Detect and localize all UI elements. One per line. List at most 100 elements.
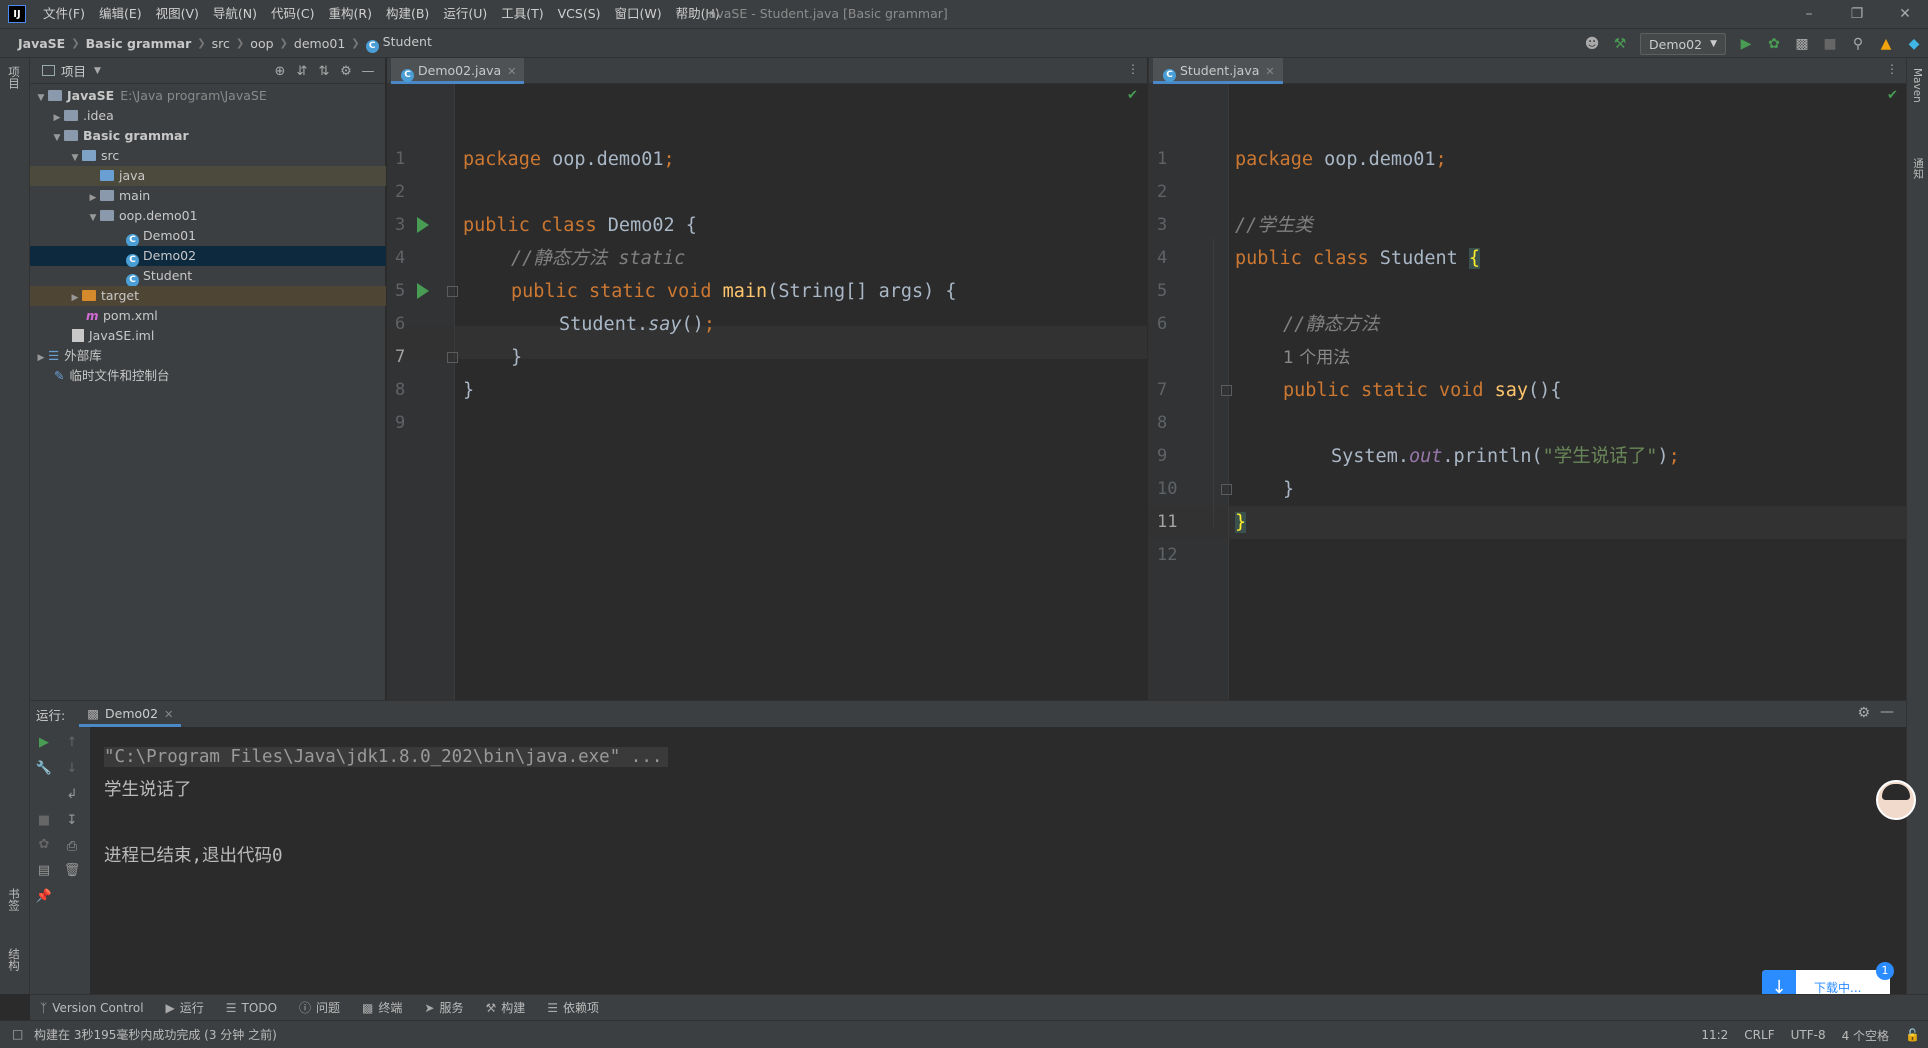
fold-marker-icon[interactable] <box>1221 385 1232 396</box>
tool-tab-run[interactable]: ▶ 运行 <box>166 999 204 1016</box>
menu-edit[interactable]: 编辑(E) <box>92 0 149 28</box>
scroll-to-end-icon[interactable]: ↧ <box>60 813 84 828</box>
more-icon[interactable]: ⋮ <box>1127 62 1139 76</box>
menu-build[interactable]: 构建(B) <box>379 0 436 28</box>
bookmarks-tool-button[interactable]: 书签 <box>6 888 22 911</box>
tree-item-src[interactable]: ▼ src <box>30 146 386 166</box>
editor-student[interactable]: C Student.java ✕ ⋮ ✔ 1 2 3 4 5 6 7 8 9 10 … <box>1148 58 1907 700</box>
tree-item-demo01[interactable]: C Demo01 <box>30 226 386 247</box>
more-icon[interactable]: ⋮ <box>1886 62 1898 76</box>
chevron-down-icon[interactable]: ▼ <box>94 66 101 76</box>
plugin-icon[interactable]: ◆ <box>1902 32 1926 56</box>
debug-icon[interactable]: ✿ <box>1762 32 1786 56</box>
tree-item-scratches[interactable]: ✎ 临时文件和控制台 <box>30 366 386 386</box>
close-tab-icon[interactable]: ✕ <box>164 708 173 721</box>
run-config-select[interactable]: Demo02 ▼ <box>1640 33 1726 55</box>
close-tab-icon[interactable]: ✕ <box>507 65 516 78</box>
tree-item-java[interactable]: java <box>30 166 386 186</box>
menu-run[interactable]: 运行(U) <box>436 0 494 28</box>
tool-tab-terminal[interactable]: ▩ 终端 <box>362 999 402 1016</box>
project-panel-title[interactable]: 项目 <box>61 61 86 80</box>
gear-icon[interactable]: ⚙ <box>1857 705 1870 721</box>
update-icon[interactable]: ▲ <box>1874 32 1898 56</box>
tree-item-main[interactable]: ▶ main <box>30 186 386 206</box>
search-icon[interactable]: ⚲ <box>1846 32 1870 56</box>
lock-icon[interactable]: 🔓 <box>1905 1028 1920 1042</box>
tree-item-oop-demo01[interactable]: ▼ oop.demo01 <box>30 206 386 226</box>
build-hammer-icon[interactable]: ⚒ <box>1608 32 1632 56</box>
tab-demo02[interactable]: C Demo02.java ✕ <box>391 58 525 84</box>
restore-icon[interactable]: ❐ <box>1834 0 1880 28</box>
fold-marker-icon[interactable] <box>1221 484 1232 495</box>
run-class-icon[interactable] <box>417 217 429 233</box>
breadcrumb-src[interactable]: src <box>206 36 236 51</box>
tree-item-student[interactable]: C Student <box>30 266 386 287</box>
menu-tools[interactable]: 工具(T) <box>494 0 550 28</box>
fold-marker-icon[interactable] <box>447 352 458 363</box>
menu-window[interactable]: 窗口(W) <box>608 0 669 28</box>
stop-icon[interactable]: ■ <box>32 813 56 828</box>
tree-item-basic-grammar[interactable]: ▼ Basic grammar <box>30 126 386 146</box>
breadcrumb-oop[interactable]: oop <box>244 36 279 51</box>
file-encoding[interactable]: UTF-8 <box>1791 1028 1826 1042</box>
scroll-up-icon[interactable]: ↑ <box>60 735 84 750</box>
usage-hint[interactable]: 1 个用法 <box>1283 341 1350 374</box>
run-main-icon[interactable] <box>417 283 429 299</box>
tab-student[interactable]: C Student.java ✕ <box>1153 58 1283 84</box>
tool-tab-build[interactable]: ⚒ 构建 <box>485 999 525 1016</box>
coverage-icon[interactable]: ▩ <box>1790 32 1814 56</box>
line-separator[interactable]: CRLF <box>1744 1028 1774 1042</box>
run-icon[interactable]: ▶ <box>1734 32 1758 56</box>
close-tab-icon[interactable]: ✕ <box>1265 65 1274 78</box>
indent-setting[interactable]: 4 个空格 <box>1842 1027 1889 1044</box>
menu-navigate[interactable]: 导航(N) <box>206 0 264 28</box>
toggle-tool-windows-icon[interactable]: □ <box>12 1027 23 1041</box>
fold-marker-icon[interactable] <box>447 286 458 297</box>
menu-vcs[interactable]: VCS(S) <box>551 0 608 28</box>
tree-item-pom-xml[interactable]: m pom.xml <box>30 306 386 326</box>
tool-tab-version-control[interactable]: ᛉ Version Control <box>40 1001 144 1015</box>
rerun-icon[interactable]: ▶ <box>32 735 56 750</box>
menu-refactor[interactable]: 重构(R) <box>322 0 379 28</box>
menu-file[interactable]: 文件(F) <box>36 0 92 28</box>
menu-code[interactable]: 代码(C) <box>264 0 321 28</box>
hide-icon[interactable]: — <box>1880 704 1894 720</box>
caret-position[interactable]: 11:2 <box>1701 1028 1728 1042</box>
assistant-avatar[interactable] <box>1876 780 1916 820</box>
minimize-icon[interactable]: – <box>1786 0 1832 28</box>
maven-tool-button[interactable]: Maven <box>1911 68 1923 103</box>
tool-tab-todo[interactable]: ☰ TODO <box>226 1001 277 1015</box>
collapse-all-icon[interactable]: ⇅ <box>313 64 335 79</box>
pin-icon[interactable]: 📌 <box>32 889 56 904</box>
tree-item-target[interactable]: ▶ target <box>30 286 386 306</box>
wrench-icon[interactable]: 🔧 <box>32 761 56 776</box>
status-message[interactable]: 构建在 3秒195毫秒内成功完成 (3 分钟 之前) <box>34 1026 277 1043</box>
tree-item-idea[interactable]: ▶ .idea <box>30 106 386 126</box>
menu-view[interactable]: 视图(V) <box>149 0 206 28</box>
tool-tab-problems[interactable]: ⓘ 问题 <box>299 999 340 1016</box>
soft-wrap-icon[interactable]: ↲ <box>60 787 84 802</box>
tree-item-external-libraries[interactable]: ▶ ☰ 外部库 <box>30 346 386 366</box>
tool-tab-services[interactable]: ➤ 服务 <box>424 999 463 1016</box>
breadcrumb-demo01[interactable]: demo01 <box>288 36 351 51</box>
expand-all-icon[interactable]: ⇵ <box>291 64 313 79</box>
tool-tab-dependencies[interactable]: ☰ 依赖项 <box>547 999 599 1016</box>
breadcrumb-project[interactable]: JavaSE <box>12 36 71 51</box>
stop-icon[interactable]: ■ <box>1818 32 1842 56</box>
tree-item-javase-iml[interactable]: JavaSE.iml <box>30 326 386 346</box>
locate-icon[interactable]: ⊕ <box>269 64 291 79</box>
project-tool-button[interactable]: 项目 <box>6 66 22 89</box>
editor-demo02[interactable]: C Demo02.java ✕ ⋮ 1 2 3 4 5 6 7 8 9 ✔ pack… <box>387 58 1147 700</box>
tree-item-demo02[interactable]: C Demo02 <box>30 246 386 267</box>
scroll-down-icon[interactable]: ↓ <box>60 761 84 776</box>
layout-icon[interactable]: ▤ <box>32 863 56 878</box>
gear-icon[interactable]: ⚙ <box>335 64 357 79</box>
run-tab-demo02[interactable]: ▩ Demo02 ✕ <box>79 701 182 727</box>
user-icon[interactable]: ☻ <box>1580 32 1604 56</box>
debug-icon[interactable]: ✿ <box>32 837 56 852</box>
tree-item-javase[interactable]: ▼ JavaSE E:\Java program\JavaSE <box>30 86 386 106</box>
breadcrumb-module[interactable]: Basic grammar <box>80 36 198 51</box>
breadcrumb-student[interactable]: C Student <box>360 34 438 53</box>
trash-icon[interactable]: 🗑 <box>60 863 84 878</box>
close-window-icon[interactable]: ✕ <box>1882 0 1928 28</box>
